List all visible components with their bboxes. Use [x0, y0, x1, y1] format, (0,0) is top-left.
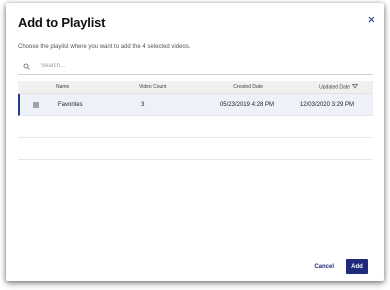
search-icon [23, 60, 35, 72]
table-header: Name Video Count Created Date Updated Da… [18, 81, 373, 94]
add-to-playlist-dialog: Add to Playlist Choose the playlist wher… [6, 3, 384, 281]
dialog-subtitle: Choose the playlist where you want to ad… [18, 44, 191, 50]
column-header-name[interactable]: Name [56, 84, 69, 90]
close-icon[interactable] [364, 12, 378, 26]
row-video-count: 3 [141, 101, 145, 108]
search-bar [18, 58, 373, 75]
column-header-updated-date-label: Updated Date [319, 84, 350, 90]
row-updated-date: 12/03/2020 3:29 PM [299, 101, 354, 108]
sort-descending-icon [351, 84, 359, 91]
row-name: Favorites [58, 101, 83, 108]
column-header-video-count[interactable]: Video Count [139, 84, 166, 90]
playlist-table: Name Video Count Created Date Updated Da… [18, 81, 373, 160]
row-created-date: 05/23/2019 4:28 PM [219, 101, 274, 108]
column-header-created-date[interactable]: Created Date [233, 84, 263, 90]
search-input[interactable] [41, 63, 341, 69]
empty-row [18, 138, 373, 160]
drag-handle-icon[interactable] [33, 102, 39, 107]
cancel-button[interactable]: Cancel [310, 260, 338, 274]
column-header-updated-date[interactable]: Updated Date [319, 84, 359, 91]
empty-row [18, 116, 373, 138]
add-button[interactable]: Add [346, 259, 368, 274]
table-row[interactable]: Favorites 3 05/23/2019 4:28 PM 12/03/202… [18, 94, 373, 116]
dialog-footer: Cancel Add [310, 259, 368, 274]
dialog-title: Add to Playlist [18, 15, 106, 30]
